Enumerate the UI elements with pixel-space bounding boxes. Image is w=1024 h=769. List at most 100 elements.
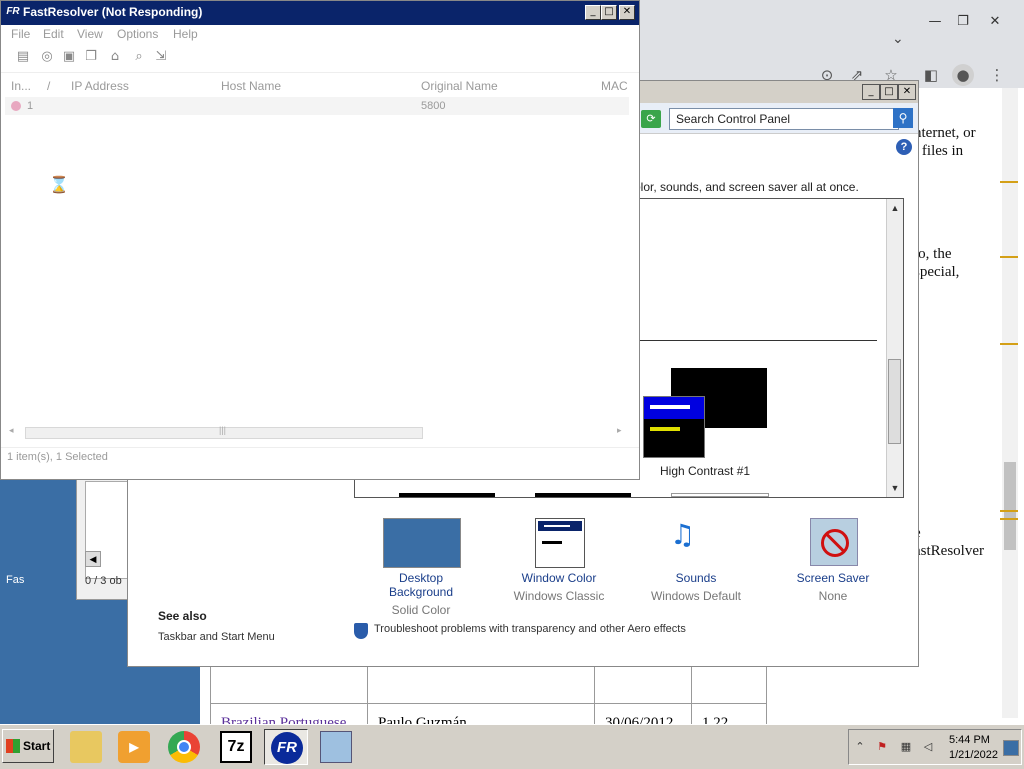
windows-logo-icon	[6, 739, 20, 753]
find-marker	[1000, 510, 1018, 512]
item-value: Solid Color	[391, 603, 451, 617]
screen-saver-link[interactable]: Screen Saver None	[778, 571, 888, 603]
media-player-icon: ▶	[118, 731, 150, 763]
theme-scrollbar[interactable]: ▲ ▼	[886, 199, 903, 497]
shield-icon	[354, 623, 368, 639]
show-desktop-icon[interactable]	[1003, 740, 1019, 756]
browser-restore-button[interactable]: ❐	[950, 12, 976, 32]
find-marker	[1000, 181, 1018, 183]
profile-icon[interactable]: ●	[952, 64, 974, 86]
volume-icon[interactable]: ◁	[921, 740, 935, 754]
scroll-up-arrow-icon[interactable]: ▲	[888, 201, 902, 215]
horizontal-scrollbar[interactable]: ◂ ||| ▸	[5, 425, 629, 439]
list-icon[interactable]: ▤	[15, 49, 31, 65]
desktop-icon-label[interactable]: Fas	[6, 574, 24, 586]
copy-icon[interactable]: ❐	[83, 49, 99, 65]
desktop-background-link[interactable]: Desktop Background Solid Color	[366, 571, 476, 617]
troubleshoot-link[interactable]: Troubleshoot problems with transparency …	[374, 623, 686, 635]
col-mac[interactable]: MAC	[601, 79, 628, 93]
sounds-icon[interactable]: ♫	[670, 518, 722, 570]
cp-maximize-button[interactable]: □	[880, 84, 898, 100]
menu-view[interactable]: View	[77, 27, 103, 41]
page-text-line: l files in	[914, 143, 964, 159]
taskbar-chrome-button[interactable]	[162, 729, 206, 765]
fr-titlebar[interactable]: FR FastResolver (Not Responding) _ □ ✕	[1, 1, 639, 25]
help-icon[interactable]: ?	[896, 139, 912, 155]
col-ip-address[interactable]: IP Address	[71, 79, 129, 93]
window-title: FastResolver (Not Responding)	[23, 5, 203, 19]
fr-maximize-button[interactable]: □	[601, 5, 617, 20]
network-icon[interactable]: ▦	[899, 740, 913, 754]
save-icon[interactable]: ▣	[61, 49, 77, 65]
toolbar: ▤ ◎ ▣ ❐ ⌂ ⌕ ⇲	[1, 44, 639, 73]
taskbar-control-panel-button[interactable]	[314, 729, 358, 765]
menu-file[interactable]: File	[11, 27, 30, 41]
theme-thumbnail-window[interactable]	[643, 396, 705, 458]
tab-search-chevron-icon[interactable]: ⌄	[892, 30, 904, 47]
refresh-icon[interactable]: ⟳	[641, 110, 661, 128]
search-input[interactable]: Search Control Panel	[669, 108, 899, 130]
menu-icon[interactable]: ⋮	[986, 64, 1008, 86]
find-icon[interactable]: ⌕	[131, 49, 147, 65]
show-hidden-icons-chevron-icon[interactable]: ⌃	[853, 740, 867, 754]
fr-close-button[interactable]: ✕	[619, 5, 635, 20]
search-icon[interactable]: ⚲	[893, 108, 913, 128]
scroll-left-icon[interactable]: ◂	[9, 425, 14, 436]
stop-icon[interactable]: ◎	[39, 49, 55, 65]
scroll-right-icon[interactable]: ▸	[617, 425, 622, 436]
system-tray: ⌃ ⚑ ▦ ◁ 5:44 PM 1/21/2022	[848, 729, 1022, 765]
theme-scroll-thumb[interactable]	[888, 359, 901, 444]
browser-minimize-button[interactable]: —	[922, 12, 948, 32]
page-text-line: to, the	[914, 246, 952, 262]
browser-close-button[interactable]: ✕	[982, 12, 1008, 32]
window-color-link[interactable]: Window Color Windows Classic	[504, 571, 614, 603]
window-color-icon[interactable]	[535, 518, 585, 568]
col-host-name[interactable]: Host Name	[221, 79, 281, 93]
col-original-name[interactable]: Original Name	[421, 79, 498, 93]
taskbar-explorer-button[interactable]	[64, 729, 108, 765]
status-bar: 1 item(s), 1 Selected	[1, 447, 639, 468]
cp-close-button[interactable]: ✕	[898, 84, 916, 100]
taskbar: Start ▶ 7z FR ⌃ ⚑ ▦ ◁ 5:44 PM 1/21/2022	[0, 724, 1024, 769]
desktop-background-icon[interactable]	[383, 518, 461, 568]
menu-bar: File Edit View Options Help	[1, 25, 639, 43]
taskbar-media-player-button[interactable]: ▶	[112, 729, 156, 765]
theme-thumbnail-edge	[671, 493, 769, 497]
fr-minimize-button[interactable]: _	[585, 5, 601, 20]
sounds-link[interactable]: Sounds Windows Default	[641, 571, 751, 603]
screen-saver-icon[interactable]	[810, 518, 858, 566]
cp-description: olor, sounds, and screen saver all at on…	[634, 180, 859, 194]
theme-name[interactable]: High Contrast #1	[660, 464, 750, 478]
clock-date[interactable]: 1/21/2022	[949, 749, 998, 761]
menu-help[interactable]: Help	[173, 27, 198, 41]
start-button[interactable]: Start	[2, 729, 54, 763]
item-name[interactable]: Sounds	[641, 571, 751, 585]
start-label: Start	[23, 739, 51, 753]
hourglass-icon: ⌛	[49, 175, 69, 194]
properties-icon[interactable]: ⌂	[107, 49, 123, 65]
cp-minimize-button[interactable]: _	[862, 84, 880, 100]
taskbar-fastresolver-button[interactable]: FR	[264, 729, 308, 765]
browser-scroll-thumb[interactable]	[1004, 462, 1016, 550]
menu-options[interactable]: Options	[117, 27, 158, 41]
item-name[interactable]: Window Color	[504, 571, 614, 585]
taskbar-start-menu-link[interactable]: Taskbar and Start Menu	[158, 631, 275, 643]
col-index[interactable]: In...	[11, 79, 31, 93]
exit-icon[interactable]: ⇲	[153, 49, 169, 65]
scroll-left-button[interactable]: ◀	[85, 551, 101, 567]
clock-time[interactable]: 5:44 PM	[949, 734, 990, 746]
item-name[interactable]: Desktop Background	[366, 571, 476, 599]
find-marker	[1000, 343, 1018, 345]
scroll-down-arrow-icon[interactable]: ▼	[888, 481, 902, 495]
table-row[interactable]: 1 5800	[5, 97, 629, 115]
fastresolver-app-icon[interactable]: FR	[5, 5, 21, 19]
see-also-heading: See also	[158, 609, 207, 623]
menu-edit[interactable]: Edit	[43, 27, 64, 41]
cell-index: 1	[27, 100, 34, 112]
sidebar-icon[interactable]: ◧	[920, 64, 942, 86]
scroll-grip-icon: |||	[219, 425, 227, 435]
table-row	[210, 664, 767, 704]
action-center-icon[interactable]: ⚑	[875, 740, 889, 754]
item-name[interactable]: Screen Saver	[778, 571, 888, 585]
taskbar-7zip-button[interactable]: 7z	[214, 729, 258, 765]
